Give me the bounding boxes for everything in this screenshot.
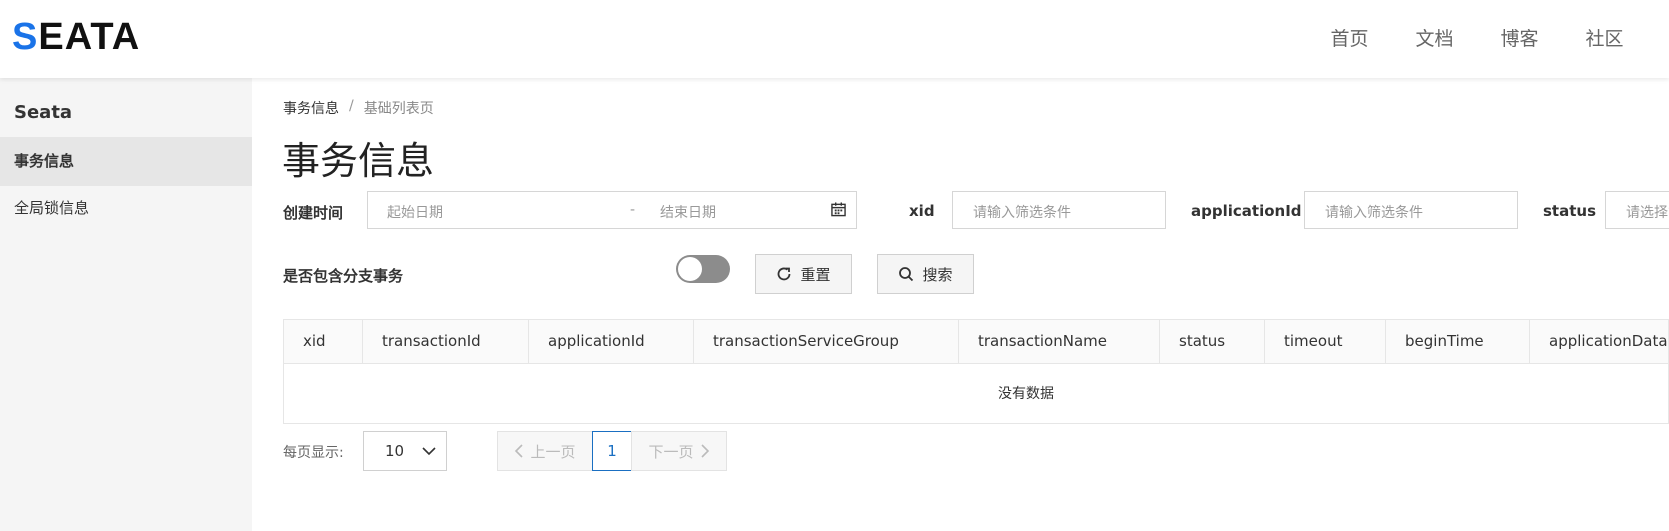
nav-home[interactable]: 首页 <box>1307 24 1392 51</box>
chevron-right-icon <box>700 444 709 458</box>
start-date-input[interactable]: 起始日期 <box>387 202 443 222</box>
page-title: 事务信息 <box>282 139 435 183</box>
reset-button[interactable]: 重置 <box>755 254 852 294</box>
search-icon <box>899 267 914 282</box>
seata-logo[interactable]: S EATA <box>12 16 140 58</box>
date-range-picker[interactable]: 起始日期 - 结束日期 <box>367 191 857 229</box>
col-status: status <box>1160 320 1265 363</box>
next-page-button[interactable]: 下一页 <box>631 431 727 471</box>
top-header: S EATA 首页 文档 博客 社区 <box>0 0 1669 78</box>
sidebar-title: Seata <box>14 102 73 123</box>
prev-page-label: 上一页 <box>530 442 576 461</box>
end-date-input[interactable]: 结束日期 <box>660 202 716 222</box>
col-transaction-service-group: transactionServiceGroup <box>694 320 959 363</box>
nav-community[interactable]: 社区 <box>1562 24 1647 51</box>
xid-placeholder: 请输入筛选条件 <box>973 205 1071 221</box>
status-placeholder: 请选择筛选条件 <box>1626 205 1669 221</box>
col-xid: xid <box>284 320 363 363</box>
reset-label: 重置 <box>800 265 831 284</box>
sidebar: Seata 事务信息 全局锁信息 <box>0 78 252 531</box>
breadcrumb-current: 基础列表页 <box>363 101 434 117</box>
top-nav: 首页 文档 博客 社区 <box>1307 0 1669 74</box>
table-empty-message: 没有数据 <box>998 386 1054 402</box>
branch-toggle[interactable] <box>676 255 730 283</box>
chevron-down-icon <box>422 447 436 456</box>
search-button[interactable]: 搜索 <box>877 254 974 294</box>
range-separator: - <box>630 202 636 218</box>
col-begin-time: beginTime <box>1386 320 1530 363</box>
transactions-table: xid transactionId applicationId transact… <box>283 319 1669 424</box>
next-page-label: 下一页 <box>648 442 694 461</box>
table-header: xid transactionId applicationId transact… <box>284 320 1668 364</box>
page-size-label: 每页显示: <box>283 445 344 461</box>
status-select[interactable]: 请选择筛选条件 <box>1605 191 1669 229</box>
status-label: status <box>1543 202 1596 220</box>
xid-label: xid <box>909 202 935 220</box>
application-id-label: applicationId <box>1191 202 1302 220</box>
breadcrumb-parent[interactable]: 事务信息 <box>283 98 339 118</box>
refresh-icon <box>778 267 791 281</box>
main-content: 事务信息 / 基础列表页 事务信息 创建时间 起始日期 - 结束日期 xid 请… <box>252 78 1669 531</box>
col-transaction-name: transactionName <box>959 320 1160 363</box>
nav-blog[interactable]: 博客 <box>1477 24 1562 51</box>
sidebar-item-transactions[interactable]: 事务信息 <box>0 137 252 186</box>
chevron-left-icon <box>515 444 524 458</box>
sidebar-item-global-locks[interactable]: 全局锁信息 <box>0 184 252 233</box>
branch-label: 是否包含分支事务 <box>283 267 404 285</box>
col-application-data: applicationData <box>1549 332 1668 350</box>
toggle-knob <box>678 257 702 281</box>
xid-input[interactable]: 请输入筛选条件 <box>952 191 1166 229</box>
prev-page-button[interactable]: 上一页 <box>497 431 593 471</box>
create-time-label: 创建时间 <box>283 204 344 222</box>
application-id-placeholder: 请输入筛选条件 <box>1325 205 1423 221</box>
col-timeout: timeout <box>1265 320 1386 363</box>
calendar-icon[interactable] <box>831 202 846 217</box>
nav-docs[interactable]: 文档 <box>1392 24 1477 51</box>
application-id-input[interactable]: 请输入筛选条件 <box>1304 191 1518 229</box>
breadcrumb-separator: / <box>349 98 354 114</box>
breadcrumb: 事务信息 / 基础列表页 <box>283 98 434 118</box>
col-application-id: applicationId <box>529 320 694 363</box>
page-button-current[interactable]: 1 <box>592 431 632 471</box>
col-transaction-id: transactionId <box>363 320 529 363</box>
page-size-select[interactable]: 10 <box>363 431 447 471</box>
page-size-value: 10 <box>385 442 405 460</box>
search-label: 搜索 <box>922 265 953 284</box>
